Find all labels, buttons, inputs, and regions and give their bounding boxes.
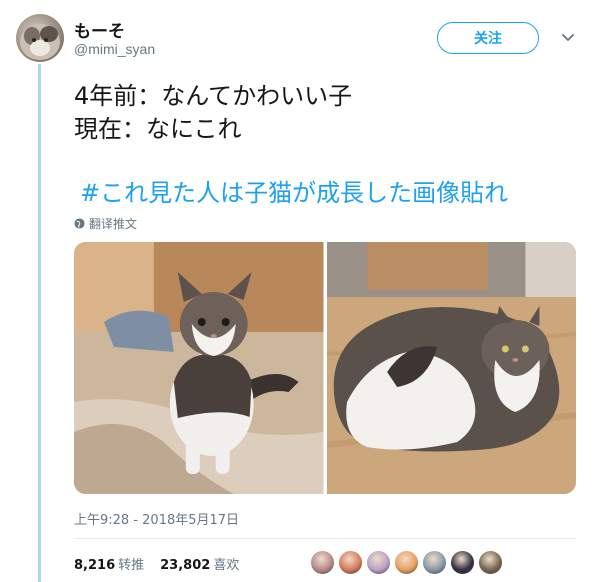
liker-avatar[interactable] <box>478 550 503 575</box>
liker-avatar[interactable] <box>394 550 419 575</box>
translate-label[interactable]: 翻译推文 <box>89 215 137 232</box>
thread-line <box>38 64 41 582</box>
like-stat[interactable]: 23,802 喜欢 <box>160 554 239 573</box>
follow-button[interactable]: 关注 <box>437 22 539 54</box>
chevron-down-icon[interactable] <box>561 30 575 44</box>
hashtag-link[interactable]: #これ見た人は子猫が成長した画像貼れ <box>80 173 508 208</box>
tweet-text: 4年前：なんてかわいい子 現在：なにこれ <box>74 80 352 146</box>
tweet-stats: 8,216 转推 23,802 喜欢 <box>74 554 239 573</box>
like-label: 喜欢 <box>213 558 240 573</box>
liker-avatar[interactable] <box>366 550 391 575</box>
retweet-stat[interactable]: 8,216 转推 <box>74 554 144 573</box>
retweet-count: 8,216 <box>74 558 116 573</box>
tweet-line-2: 現在：なにこれ <box>74 115 242 143</box>
avatar[interactable] <box>16 14 64 62</box>
liker-avatar[interactable] <box>450 550 475 575</box>
retweet-label: 转推 <box>118 558 145 573</box>
tweet-timestamp[interactable]: 上午9:28 - 2018年5月17日 <box>74 509 239 528</box>
tweet-media[interactable] <box>74 242 576 494</box>
divider <box>74 538 576 539</box>
liker-avatars <box>310 550 503 575</box>
like-count: 23,802 <box>160 558 211 573</box>
translate-tweet[interactable]: 翻译推文 <box>74 215 137 232</box>
liker-avatar[interactable] <box>310 550 335 575</box>
liker-avatar[interactable] <box>338 550 363 575</box>
user-handle[interactable]: @mimi_syan <box>74 41 155 57</box>
display-name[interactable]: もーそ <box>74 17 125 42</box>
grown-cat-photo[interactable] <box>326 242 576 494</box>
globe-icon <box>74 218 85 229</box>
liker-avatar[interactable] <box>422 550 447 575</box>
tweet-line-1: 4年前：なんてかわいい子 <box>74 82 353 110</box>
kitten-photo[interactable] <box>74 242 324 494</box>
